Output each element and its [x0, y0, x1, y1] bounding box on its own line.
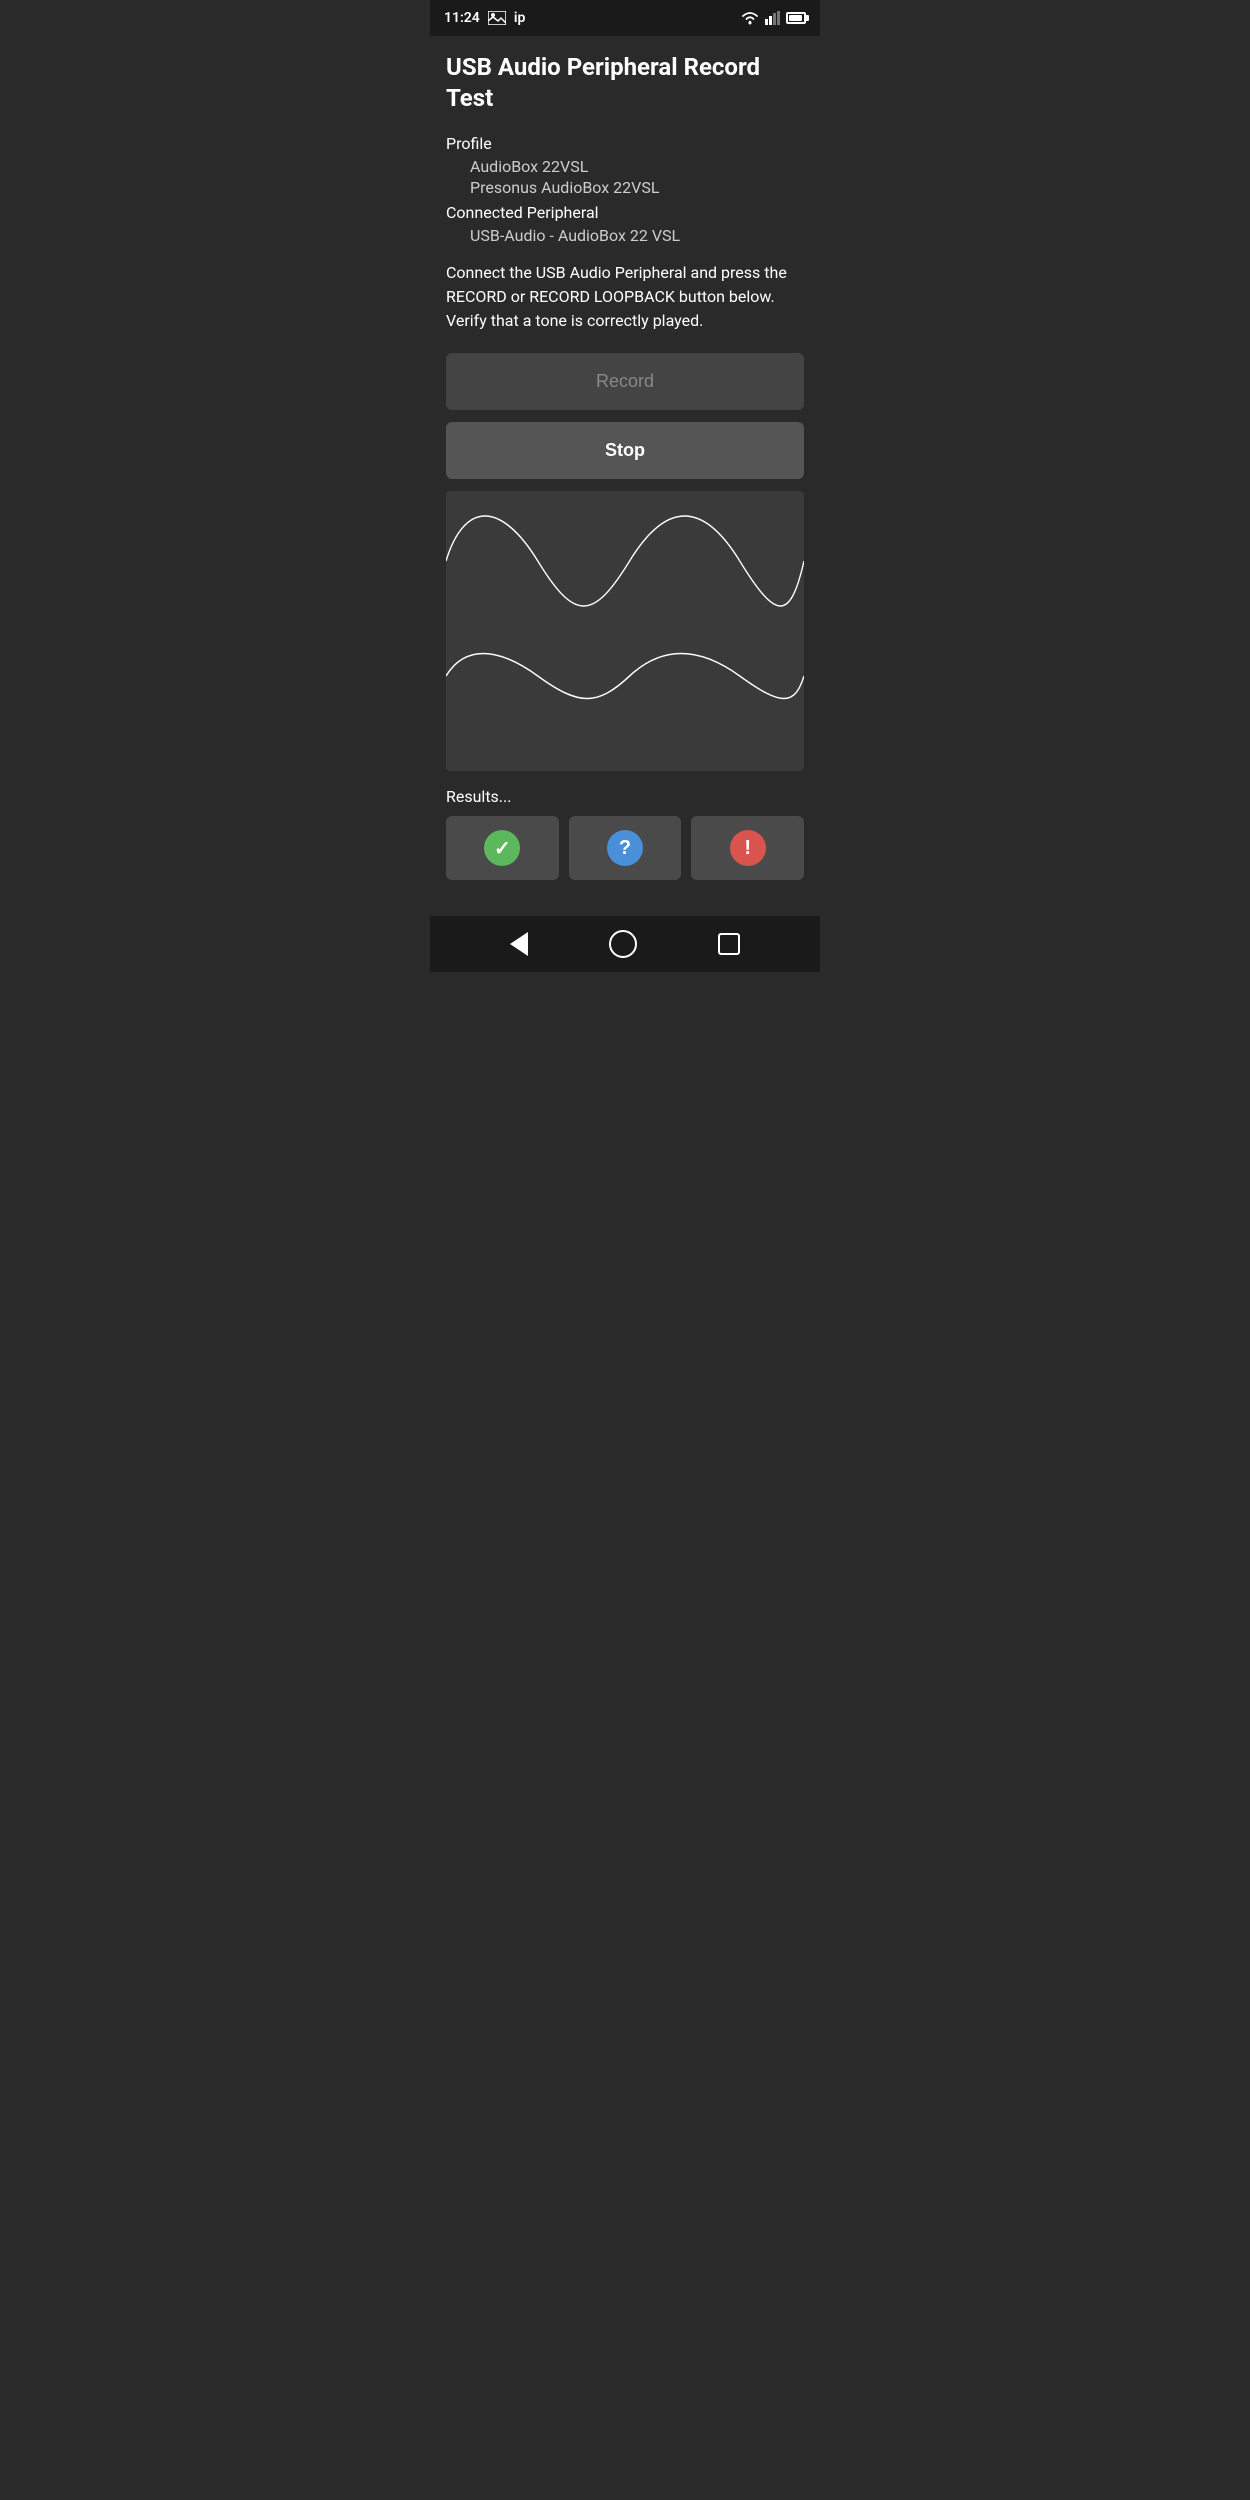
results-buttons: ✓ ? !	[446, 816, 804, 880]
profile-item-1: AudioBox 22VSL	[446, 157, 804, 176]
profile-item-2: Presonus AudioBox 22VSL	[446, 178, 804, 197]
results-label: Results...	[446, 787, 804, 806]
image-icon	[488, 11, 506, 25]
signal-icon	[765, 11, 781, 25]
result-checkmark-button[interactable]: ✓	[446, 816, 559, 880]
connected-item: USB-Audio - AudioBox 22 VSL	[446, 226, 804, 245]
exclaim-icon: !	[730, 830, 766, 866]
instructions-text: Connect the USB Audio Peripheral and pre…	[446, 261, 804, 333]
stop-button[interactable]: Stop	[446, 422, 804, 479]
result-exclaim-button[interactable]: !	[691, 816, 804, 880]
nav-recents-button[interactable]	[718, 933, 740, 955]
navigation-bar	[430, 916, 820, 972]
status-right	[740, 10, 806, 26]
battery-icon	[786, 12, 806, 24]
connected-label: Connected Peripheral	[446, 203, 804, 222]
wifi-icon	[740, 10, 760, 26]
ip-label: ip	[514, 10, 526, 26]
nav-back-icon	[510, 932, 528, 956]
profile-label: Profile	[446, 134, 804, 153]
nav-home-icon	[609, 930, 637, 958]
question-icon: ?	[607, 830, 643, 866]
time-display: 11:24	[444, 10, 480, 26]
result-question-button[interactable]: ?	[569, 816, 682, 880]
nav-recents-icon	[718, 933, 740, 955]
main-content: USB Audio Peripheral Record Test Profile…	[430, 36, 820, 916]
status-bar: 11:24 ip	[430, 0, 820, 36]
checkmark-icon: ✓	[484, 830, 520, 866]
page-title: USB Audio Peripheral Record Test	[446, 52, 804, 114]
record-button[interactable]: Record	[446, 353, 804, 410]
nav-back-button[interactable]	[510, 932, 528, 956]
profile-section: Profile AudioBox 22VSL Presonus AudioBox…	[446, 134, 804, 245]
waveform-display	[446, 491, 804, 771]
nav-home-button[interactable]	[609, 930, 637, 958]
status-left: 11:24 ip	[444, 10, 525, 26]
waveform-svg	[446, 491, 804, 771]
